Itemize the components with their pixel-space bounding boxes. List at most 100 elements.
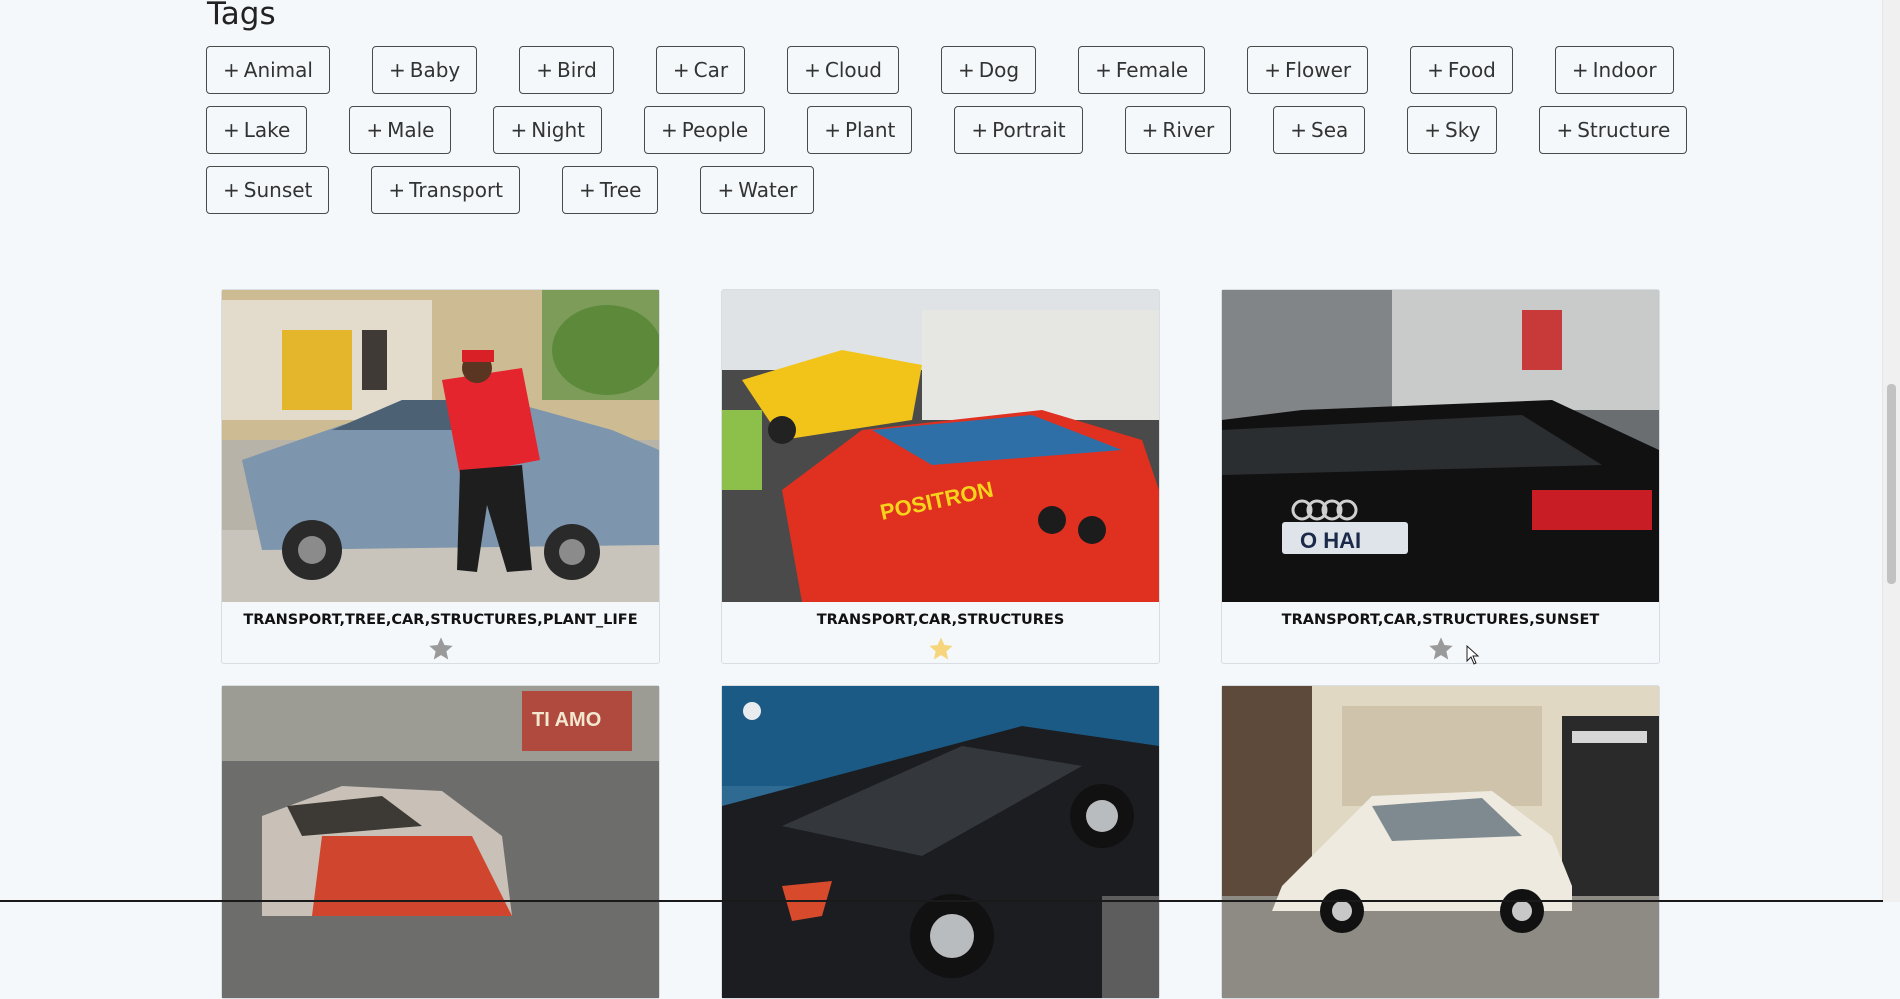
plus-icon: + [804, 58, 821, 82]
tag-label: Male [387, 118, 435, 142]
tag-button-plant[interactable]: + Plant [807, 106, 913, 154]
plus-icon: + [958, 58, 975, 82]
plus-icon: + [824, 118, 841, 142]
tag-label: Lake [243, 118, 291, 142]
tag-button-water[interactable]: + Water [700, 166, 815, 214]
tag-filter-list: + Animal + Baby + Bird + Car + Cloud + Dog + Female + F… [206, 46, 1696, 226]
tag-label: Bird [557, 58, 597, 82]
plus-icon: + [388, 178, 406, 202]
plus-icon: + [672, 58, 690, 82]
tag-label: Dog [978, 58, 1020, 82]
tag-button-sky[interactable]: + Sky [1407, 106, 1498, 154]
tag-button-male[interactable]: + Male [349, 106, 452, 154]
plus-icon: + [366, 118, 384, 142]
tag-button-sunset[interactable]: + Sunset [206, 166, 330, 214]
tag-button-sea[interactable]: + Sea [1273, 106, 1366, 154]
tag-button-food[interactable]: + Food [1410, 46, 1513, 94]
plus-icon: + [536, 58, 554, 82]
tag-button-bird[interactable]: + Bird [519, 46, 614, 94]
tag-label: Portrait [992, 118, 1066, 142]
tag-button-car[interactable]: + Car [655, 46, 746, 94]
mouse-cursor-icon [1466, 645, 1480, 665]
tag-button-portrait[interactable]: + Portrait [954, 106, 1083, 154]
tag-button-indoor[interactable]: + Indoor [1554, 46, 1674, 94]
vertical-scrollbar[interactable] [1882, 0, 1900, 902]
svg-text:O HAI: O HAI [1300, 528, 1361, 553]
tag-label: Female [1115, 58, 1189, 82]
favorite-star-icon[interactable] [1427, 635, 1455, 663]
tag-button-flower[interactable]: + Flower [1247, 46, 1369, 94]
tag-label: Night [531, 118, 585, 142]
tag-label: Structure [1577, 118, 1671, 142]
tag-label: Baby [409, 58, 461, 82]
tag-label: Plant [844, 118, 896, 142]
tag-label: Sky [1445, 118, 1481, 142]
image-tags-caption: TRANSPORT,CAR,STRUCTURES [816, 612, 1065, 628]
tag-label: Flower [1284, 58, 1352, 82]
tag-button-baby[interactable]: + Baby [371, 46, 478, 94]
plus-icon: + [223, 58, 240, 82]
tag-label: Tree [599, 178, 642, 202]
plus-icon: + [1095, 58, 1112, 82]
tag-label: Water [738, 178, 798, 202]
tag-button-night[interactable]: + Night [493, 106, 602, 154]
image-tags-caption: TRANSPORT,TREE,CAR,STRUCTURES,PLANT_LIFE [243, 612, 638, 628]
tags-heading: Tags [207, 0, 276, 32]
tag-button-female[interactable]: + Female [1078, 46, 1206, 94]
photo-illustration: POSITRON [722, 290, 1159, 602]
image-black-sports-car-tilted[interactable] [722, 686, 1159, 998]
tag-label: Transport [409, 178, 504, 202]
image-card: TI AMO [221, 685, 660, 999]
image-black-audi-o-hai-plate[interactable]: O HAI [1222, 290, 1659, 602]
svg-text:TI AMO: TI AMO [532, 709, 601, 731]
plus-icon: + [1427, 58, 1444, 82]
tag-label: Animal [243, 58, 313, 82]
plus-icon: + [1290, 118, 1308, 142]
tag-label: Indoor [1592, 58, 1657, 82]
plus-icon: + [1264, 58, 1281, 82]
favorite-star-icon[interactable] [427, 635, 455, 663]
image-tags-caption: TRANSPORT,CAR,STRUCTURES,SUNSET [1281, 612, 1600, 628]
photo-illustration: TI AMO [222, 686, 659, 998]
tag-button-river[interactable]: + River [1124, 106, 1232, 154]
image-man-leaning-on-blue-sedan[interactable] [222, 290, 659, 602]
tag-button-cloud[interactable]: + Cloud [787, 46, 899, 94]
plus-icon: + [717, 178, 735, 202]
tag-button-structure[interactable]: + Structure [1539, 106, 1688, 154]
plus-icon: + [510, 118, 528, 142]
favorite-star-icon[interactable] [927, 635, 955, 663]
plus-icon: + [1424, 118, 1442, 142]
image-burned-out-car[interactable]: TI AMO [222, 686, 659, 998]
tag-label: Food [1447, 58, 1496, 82]
image-white-citroen-ds[interactable] [1222, 686, 1659, 998]
image-card [1221, 685, 1660, 999]
tag-label: People [681, 118, 749, 142]
image-red-ferrari-positron[interactable]: POSITRON [722, 290, 1159, 602]
tag-label: Car [693, 58, 729, 82]
plus-icon: + [223, 118, 240, 142]
plus-icon: + [223, 178, 240, 202]
tag-row: + Lake + Male + Night + People + Plant + Portrait + R… [206, 106, 1696, 154]
tag-button-people[interactable]: + People [643, 106, 766, 154]
tag-button-lake[interactable]: + Lake [206, 106, 308, 154]
plus-icon: + [1556, 118, 1574, 142]
image-card: TRANSPORT,TREE,CAR,STRUCTURES,PLANT_LIFE [221, 289, 660, 664]
plus-icon: + [971, 118, 989, 142]
scrollbar-thumb[interactable] [1887, 384, 1896, 584]
tag-label: River [1162, 118, 1215, 142]
image-card: O HAI TRANSPORT,CAR,STRUCTURES,SUNSET [1221, 289, 1660, 664]
plus-icon: + [579, 178, 596, 202]
tag-button-dog[interactable]: + Dog [941, 46, 1037, 94]
photo-illustration [1222, 686, 1659, 998]
tag-label: Sunset [243, 178, 313, 202]
photo-illustration: O HAI [1222, 290, 1659, 602]
tag-button-transport[interactable]: + Transport [371, 166, 521, 214]
tag-label: Cloud [824, 58, 882, 82]
image-card: POSITRON TRANSPORT,CAR,STRUCTURES [721, 289, 1160, 664]
tag-button-animal[interactable]: + Animal [206, 46, 330, 94]
plus-icon: + [660, 118, 678, 142]
photo-illustration [722, 686, 1159, 998]
tag-button-tree[interactable]: + Tree [562, 166, 659, 214]
plus-icon: + [1571, 58, 1589, 82]
plus-icon: + [1141, 118, 1159, 142]
